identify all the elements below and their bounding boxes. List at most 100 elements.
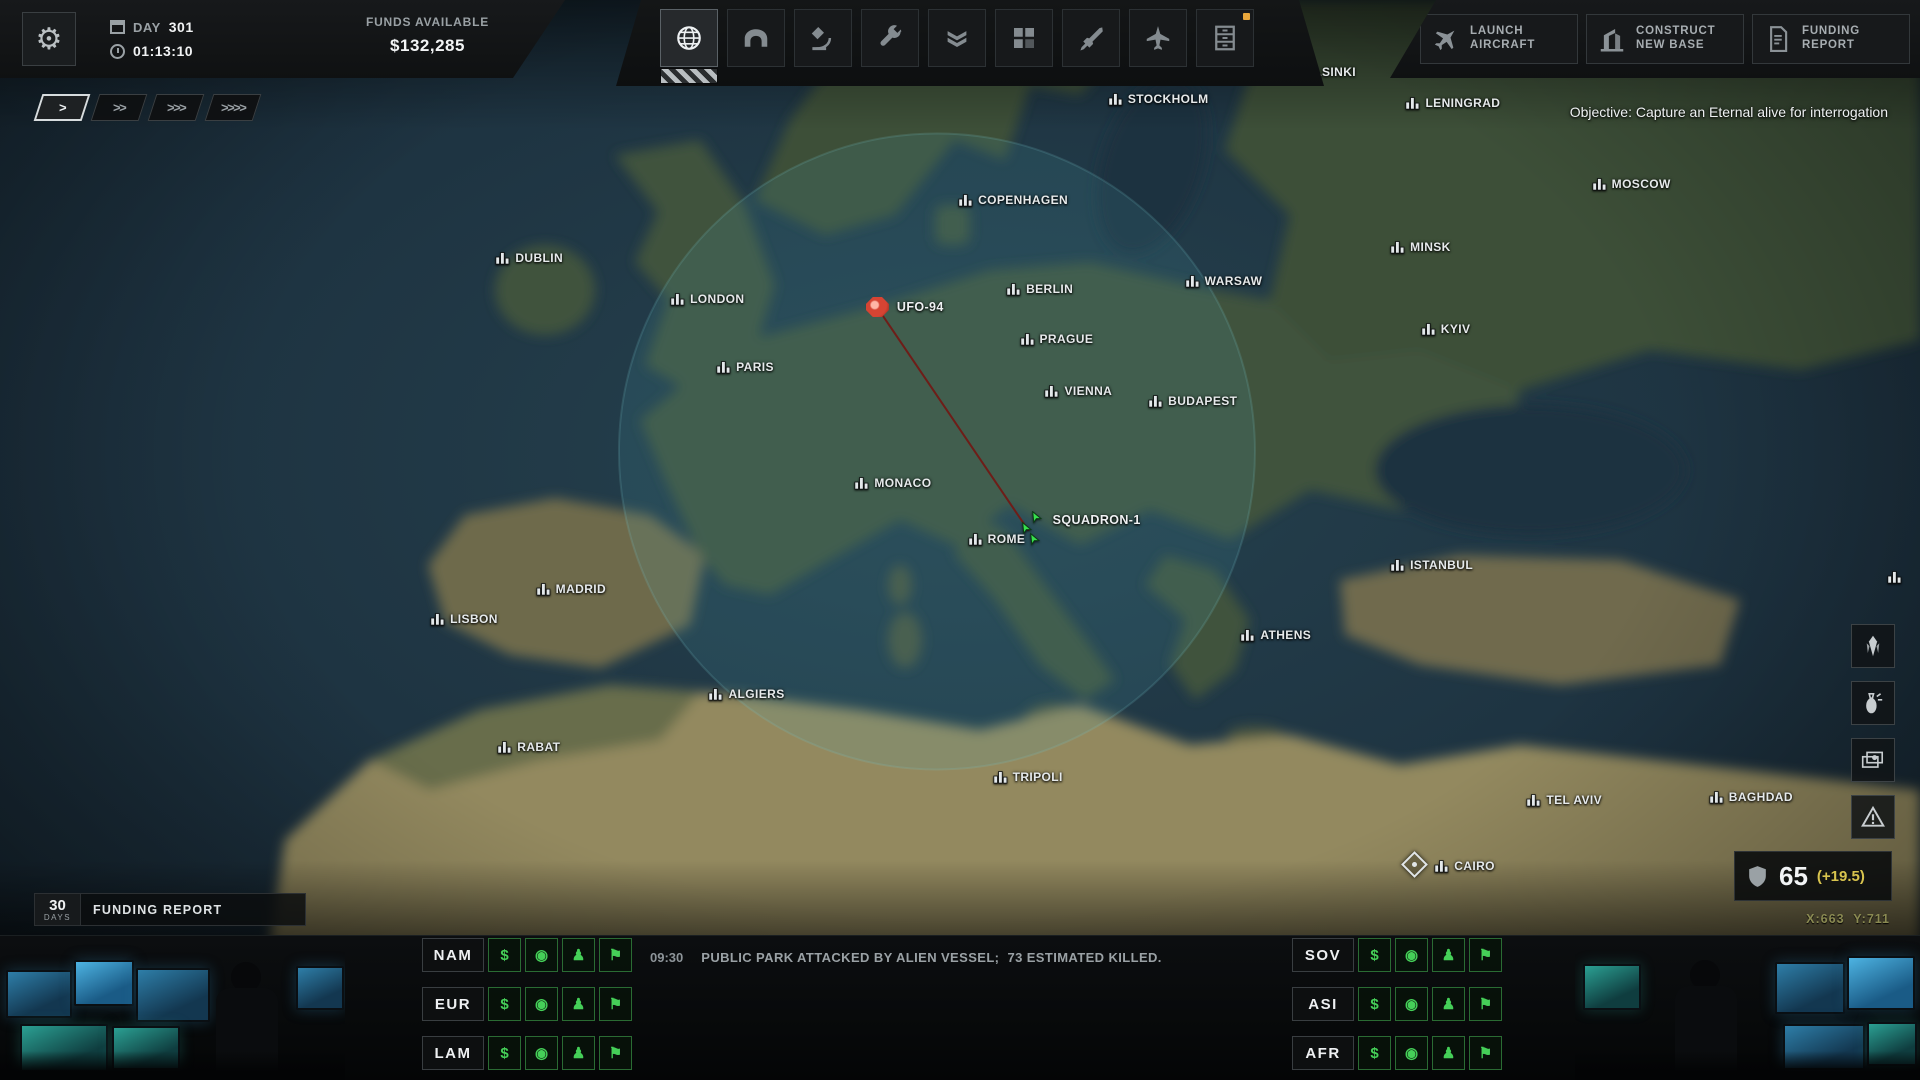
city-marker-warsaw: WARSAW xyxy=(1185,274,1263,288)
city-marker-baghdad: BAGHDAD xyxy=(1709,790,1793,804)
speed-chevrons: >>> xyxy=(167,100,185,115)
funding-report-button[interactable]: FUNDINGREPORT xyxy=(1752,14,1910,64)
soldier-icon[interactable]: ♟ xyxy=(562,987,595,1021)
geoscape-map[interactable]: STOCKHOLMHELSINKILENINGRADMOSCOWMINSKCOP… xyxy=(0,0,1920,1080)
flag-icon[interactable]: ⚑ xyxy=(599,938,632,972)
nav-aircraft-icon[interactable] xyxy=(1129,9,1187,67)
operator-silhouette xyxy=(1671,960,1741,1078)
region-panel-eur: EUR$◉♟⚑ xyxy=(422,987,632,1021)
city-marker-paris: PARIS xyxy=(716,360,774,374)
flag-icon[interactable]: ⚑ xyxy=(599,1036,632,1070)
soldier-icon[interactable]: ♟ xyxy=(1432,938,1465,972)
city-marker-algiers: ALGIERS xyxy=(708,687,784,701)
region-code-sov[interactable]: SOV xyxy=(1292,938,1354,972)
radar-coverage-circle xyxy=(619,133,1255,769)
shield-icon xyxy=(1745,864,1770,889)
funds-value: $132,285 xyxy=(330,36,525,56)
funds-label: FUNDS AVAILABLE xyxy=(330,15,525,29)
topbar-left-panel: ⚙ DAY 301 01:13:10 FUNDS AVAILABLE $132,… xyxy=(0,0,565,78)
time-speed-3-button[interactable]: >>> xyxy=(148,94,205,121)
nav-base-icon[interactable] xyxy=(727,9,785,67)
city-label: PRAGUE xyxy=(1040,332,1094,346)
action-label: CONSTRUCTNEW BASE xyxy=(1636,25,1715,53)
nav-geoscape-icon[interactable] xyxy=(660,9,718,67)
time-speed-2-button[interactable]: >> xyxy=(91,94,148,121)
topbar-right-panel: LAUNCHAIRCRAFT CONSTRUCTNEW BASE FUNDINGRE… xyxy=(1390,0,1920,78)
dollar-icon[interactable]: $ xyxy=(1358,1036,1391,1070)
soldier-icon[interactable]: ♟ xyxy=(1432,987,1465,1021)
alert-button[interactable] xyxy=(1851,795,1895,839)
nav-engineering-icon[interactable] xyxy=(861,9,919,67)
nav-soldiers-icon[interactable] xyxy=(928,9,986,67)
dollar-icon[interactable]: $ xyxy=(488,938,521,972)
city-marker-budapest: BUDAPEST xyxy=(1148,394,1237,408)
region-panel-afr: AFR$◉♟⚑ xyxy=(1292,1036,1502,1070)
squadron-marker[interactable]: SQUADRON-1 xyxy=(1016,511,1141,549)
soldier-icon[interactable]: ♟ xyxy=(1432,1036,1465,1070)
nav-armory-icon[interactable] xyxy=(995,9,1053,67)
ordnance-button[interactable] xyxy=(1851,681,1895,725)
soldier-icon[interactable]: ♟ xyxy=(562,938,595,972)
region-panels-left: NAM$◉♟⚑EUR$◉♟⚑LAM$◉♟⚑ xyxy=(422,936,637,1080)
dollar-icon[interactable]: $ xyxy=(488,987,521,1021)
bottom-console: NAM$◉♟⚑EUR$◉♟⚑LAM$◉♟⚑ SOV$◉♟⚑ASI$◉♟⚑AFR$… xyxy=(0,935,1920,1080)
construct-base-button[interactable]: CONSTRUCTNEW BASE xyxy=(1586,14,1744,64)
region-code-nam[interactable]: NAM xyxy=(422,938,484,972)
eye-icon[interactable]: ◉ xyxy=(525,987,558,1021)
funds-cards-button[interactable] xyxy=(1851,738,1895,782)
region-code-asi[interactable]: ASI xyxy=(1292,987,1354,1021)
city-marker-lisbon: LISBON xyxy=(430,612,498,626)
monitor-screen xyxy=(112,1026,180,1070)
day-label: DAY xyxy=(133,20,161,35)
score-badge[interactable]: 65 (+19.5) xyxy=(1734,851,1892,901)
squadron-jets-icon xyxy=(1016,511,1046,549)
alien-materials-button[interactable] xyxy=(1851,624,1895,668)
eye-icon[interactable]: ◉ xyxy=(525,1036,558,1070)
score-value: 65 xyxy=(1779,863,1808,889)
flag-icon[interactable]: ⚑ xyxy=(1469,938,1502,972)
dollar-icon[interactable]: $ xyxy=(1358,938,1391,972)
region-code-afr[interactable]: AFR xyxy=(1292,1036,1354,1070)
nav-research-icon[interactable] xyxy=(794,9,852,67)
settings-gear-icon[interactable]: ⚙ xyxy=(22,12,76,66)
clock-icon xyxy=(110,44,125,59)
funding-report-timer[interactable]: 30 DAYS FUNDING REPORT xyxy=(34,893,306,926)
soldier-icon[interactable]: ♟ xyxy=(562,1036,595,1070)
region-code-lam[interactable]: LAM xyxy=(422,1036,484,1070)
dollar-icon[interactable]: $ xyxy=(1358,987,1391,1021)
region-panel-sov: SOV$◉♟⚑ xyxy=(1292,938,1502,972)
city-marker-monaco: MONACO xyxy=(854,476,931,490)
squadron-label: SQUADRON-1 xyxy=(1053,513,1141,527)
launch-aircraft-button[interactable]: LAUNCHAIRCRAFT xyxy=(1420,14,1578,64)
nav-stores-icon[interactable] xyxy=(1196,9,1254,67)
nav-weapons-icon[interactable] xyxy=(1062,9,1120,67)
city-marker xyxy=(1887,570,1902,584)
region-panels-right: SOV$◉♟⚑ASI$◉♟⚑AFR$◉♟⚑ xyxy=(1292,936,1507,1080)
time-speed-1-button[interactable]: > xyxy=(34,94,91,121)
region-panel-nam: NAM$◉♟⚑ xyxy=(422,938,632,972)
city-label: MOSCOW xyxy=(1612,177,1671,191)
ufo-marker[interactable]: UFO-94 xyxy=(866,297,944,317)
flag-icon[interactable]: ⚑ xyxy=(1469,987,1502,1021)
region-panel-lam: LAM$◉♟⚑ xyxy=(422,1036,632,1070)
city-label: CAIRO xyxy=(1454,859,1495,873)
flag-icon[interactable]: ⚑ xyxy=(1469,1036,1502,1070)
time-controls: >>>>>>>>>> xyxy=(38,94,257,121)
region-code-eur[interactable]: EUR xyxy=(422,987,484,1021)
flag-icon[interactable]: ⚑ xyxy=(599,987,632,1021)
time-speed-4-button[interactable]: >>>> xyxy=(205,94,262,121)
eye-icon[interactable]: ◉ xyxy=(1395,938,1428,972)
eye-icon[interactable]: ◉ xyxy=(1395,987,1428,1021)
city-marker-vienna: VIENNA xyxy=(1044,384,1112,398)
city-label: TRIPOLI xyxy=(1013,770,1063,784)
city-label: LENINGRAD xyxy=(1425,96,1500,110)
city-marker-stockholm: STOCKHOLM xyxy=(1108,92,1209,106)
city-marker-athens: ATHENS xyxy=(1240,628,1311,642)
days-value: 30 xyxy=(49,898,66,913)
dollar-icon[interactable]: $ xyxy=(488,1036,521,1070)
city-label: WARSAW xyxy=(1205,274,1263,288)
monitor-screen xyxy=(6,970,72,1018)
eye-icon[interactable]: ◉ xyxy=(1395,1036,1428,1070)
eye-icon[interactable]: ◉ xyxy=(525,938,558,972)
city-label: KYIV xyxy=(1441,322,1471,336)
